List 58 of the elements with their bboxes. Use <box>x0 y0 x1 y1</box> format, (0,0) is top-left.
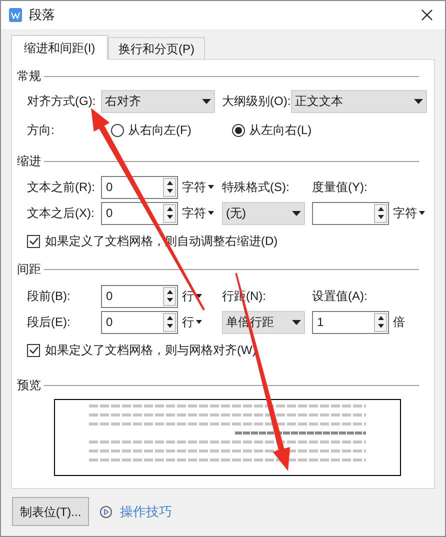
radio-label: 从左向右(L) <box>249 122 312 139</box>
checkbox[interactable] <box>27 234 40 248</box>
outline-level-dropdown[interactable]: 正文文本 <box>291 90 427 112</box>
caret-icon <box>196 294 202 298</box>
spin-arrows-icon[interactable] <box>163 312 176 332</box>
spin-arrows-icon[interactable] <box>163 286 176 306</box>
spin-arrows-icon[interactable] <box>163 178 176 196</box>
spin-arrows-icon[interactable] <box>163 204 176 222</box>
field-label: 段后(E): <box>27 314 72 331</box>
spin-box[interactable] <box>312 202 389 224</box>
field-label: 度量值(Y): <box>312 179 368 196</box>
spin-arrows-icon[interactable] <box>374 312 387 332</box>
section-heading: 缩进 <box>17 153 41 170</box>
special-format-dropdown[interactable]: (无) <box>222 202 305 224</box>
caret-icon <box>292 210 301 216</box>
tips-link[interactable]: 操作技巧 <box>120 502 172 522</box>
window-title: 段落 <box>29 6 55 24</box>
caret-icon <box>208 211 214 215</box>
app-logo-icon <box>9 8 22 22</box>
checkbox[interactable] <box>27 344 40 356</box>
spin-box[interactable]: 0 <box>101 176 178 198</box>
caret-icon <box>419 211 425 215</box>
caret-icon <box>202 98 211 104</box>
radio-label: 从右向左(F) <box>128 122 192 139</box>
unit-menu[interactable]: 字符 <box>393 204 433 222</box>
play-icon <box>100 506 112 518</box>
unit-menu[interactable]: 行 <box>182 313 222 331</box>
caret-icon <box>292 320 301 324</box>
field-label: 大纲级别(O): <box>222 93 291 110</box>
tab-stops-button[interactable]: 制表位(T)... <box>12 497 89 526</box>
caret-icon <box>208 185 214 189</box>
caret-icon <box>196 320 202 324</box>
field-label: 对齐方式(G): <box>27 93 97 110</box>
section-heading: 常规 <box>17 68 41 85</box>
section-heading: 间距 <box>17 261 41 278</box>
unit-menu[interactable]: 字符 <box>182 178 222 196</box>
spin-arrows-icon[interactable] <box>374 204 387 222</box>
unit-menu[interactable]: 行 <box>182 287 222 305</box>
field-label: 文本之后(X): <box>27 205 96 222</box>
unit-menu[interactable]: 字符 <box>182 204 222 222</box>
spin-box[interactable]: 0 <box>101 284 178 308</box>
field-label: 方向: <box>27 122 56 139</box>
caret-icon <box>414 98 423 104</box>
radio-button[interactable] <box>232 124 245 136</box>
close-button[interactable] <box>419 7 435 23</box>
field-label: 段前(B): <box>27 288 72 305</box>
field-label: 特殊格式(S): <box>222 179 290 196</box>
section-heading: 预览 <box>17 377 41 394</box>
field-label: 设置值(A): <box>312 288 368 305</box>
spin-box[interactable]: 0 <box>101 310 178 334</box>
spin-box[interactable]: 0 <box>101 202 178 224</box>
tab[interactable]: 缩进和间距(I) <box>11 35 108 60</box>
tab[interactable]: 换行和分页(P) <box>108 37 205 59</box>
field-label: 文本之前(R): <box>27 179 96 196</box>
alignment-dropdown[interactable]: 右对齐 <box>101 90 215 112</box>
spin-box[interactable]: 1 <box>312 310 389 334</box>
radio-button[interactable] <box>111 124 124 136</box>
unit-label: 倍 <box>393 314 405 331</box>
